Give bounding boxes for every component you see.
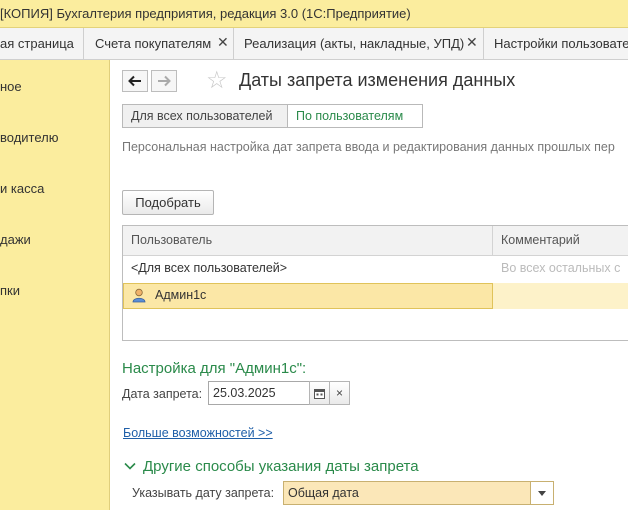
clear-icon: × — [335, 386, 343, 400]
tab-user-settings[interactable]: Настройки пользовате — [484, 28, 628, 59]
arrow-right-icon — [158, 75, 171, 87]
specify-value: Общая дата — [288, 486, 359, 500]
column-header-comment[interactable]: Комментарий — [501, 233, 580, 247]
tab-label: Настройки пользовате — [494, 36, 628, 51]
sidebar-item-purchases[interactable]: пки — [0, 283, 20, 298]
date-label: Дата запрета: — [122, 387, 203, 401]
calendar-icon — [314, 388, 325, 399]
back-button[interactable] — [122, 70, 148, 92]
users-table: Пользователь Комментарий <Для всех польз… — [122, 225, 628, 341]
table-row-selected[interactable]: Админ1с — [123, 283, 628, 309]
more-options-link[interactable]: Больше возможностей >> — [123, 426, 273, 440]
date-value: 25.03.2025 — [213, 386, 276, 400]
column-header-user[interactable]: Пользователь — [131, 233, 212, 247]
table-header: Пользователь Комментарий — [123, 226, 628, 256]
mode-all-users-button[interactable]: Для всех пользователей — [122, 104, 288, 128]
dropdown-button[interactable] — [530, 482, 553, 504]
close-icon[interactable]: ✕ — [466, 34, 478, 51]
tab-home[interactable]: ая страница — [0, 28, 84, 59]
sidebar-item-bank-cash[interactable]: и касса — [0, 181, 44, 196]
open-tabs-bar: ая страница Счета покупателям ✕ Реализац… — [0, 28, 628, 60]
table-row[interactable]: <Для всех пользователей> Во всех остальн… — [123, 256, 628, 282]
form-area: ☆ Даты запрета изменения данных Для всех… — [110, 60, 628, 510]
cell-comment: Во всех остальных с — [501, 261, 621, 275]
user-icon — [132, 288, 146, 303]
forward-button[interactable] — [151, 70, 177, 92]
mode-by-users-button[interactable]: По пользователям — [288, 104, 423, 128]
other-ways-title[interactable]: Другие способы указания даты запрета — [143, 458, 419, 475]
clear-date-button[interactable]: × — [329, 381, 350, 405]
calendar-button[interactable] — [309, 381, 330, 405]
pick-button[interactable]: Подобрать — [122, 190, 214, 215]
window-title: [КОПИЯ] Бухгалтерия предприятия, редакци… — [0, 6, 411, 21]
close-icon[interactable]: ✕ — [217, 34, 229, 51]
sidebar-item-manager[interactable]: водителю — [0, 130, 59, 145]
cell-user: <Для всех пользователей> — [131, 261, 288, 275]
specify-label: Указывать дату запрета: — [132, 486, 275, 500]
chevron-down-icon — [538, 490, 546, 496]
page-title: Даты запрета изменения данных — [239, 70, 516, 90]
tab-sales[interactable]: Реализация (акты, накладные, УПД) ✕ — [234, 28, 484, 59]
arrow-left-icon — [128, 75, 141, 87]
specify-select[interactable]: Общая дата — [283, 481, 554, 505]
sidebar-item-sales[interactable]: дажи — [0, 232, 31, 247]
tab-label: ая страница — [0, 36, 74, 51]
sidebar: ное водителю и касса дажи пки — [0, 60, 110, 510]
settings-title: Настройка для "Админ1с": — [122, 360, 307, 377]
favorite-star-icon[interactable]: ☆ — [206, 66, 228, 95]
tab-label: Счета покупателям — [95, 36, 212, 51]
date-input[interactable]: 25.03.2025 — [208, 381, 310, 405]
tab-customer-invoices[interactable]: Счета покупателям ✕ — [84, 28, 234, 59]
sidebar-item-main[interactable]: ное — [0, 79, 22, 94]
tab-label: Реализация (акты, накладные, УПД) — [244, 36, 465, 51]
form-description: Персональная настройка дат запрета ввода… — [122, 140, 615, 154]
chevron-down-icon[interactable] — [124, 462, 136, 471]
window-title-bar: [КОПИЯ] Бухгалтерия предприятия, редакци… — [0, 0, 628, 28]
cell-user: Админ1с — [155, 288, 207, 302]
